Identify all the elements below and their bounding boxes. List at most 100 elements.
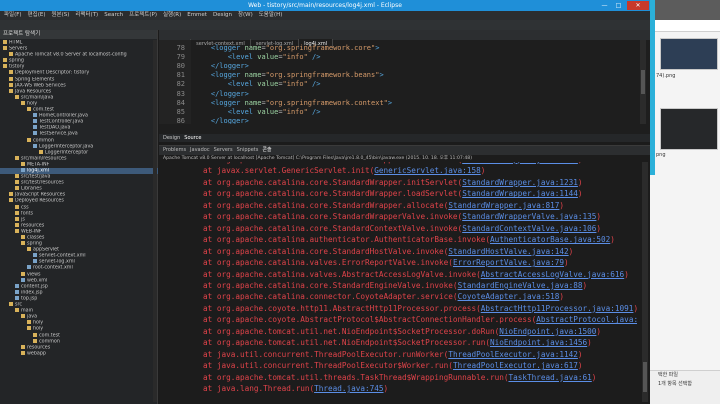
window-accent [650,0,655,175]
folder-icon [21,350,25,355]
tree-item-label: META-INF [27,162,50,168]
menu-item[interactable]: 프로젝트(P) [129,12,157,18]
tree-item-label: top.jsp [21,296,38,302]
stack-trace-line: at org.apache.tomcat.util.net.NioEndpoin… [203,338,592,348]
menu-item[interactable]: Search [104,12,123,18]
xml-tag-end: /> [307,53,321,62]
folder-icon [15,174,19,179]
folder-icon [33,332,37,337]
console-tab[interactable]: 콘솔 [262,147,271,153]
menu-item[interactable]: 원본(S) [51,12,69,18]
file-icon [15,283,19,288]
menu-item[interactable]: 편집(E) [28,12,46,18]
source-link[interactable]: NioEndpoint.java:1456 [490,338,587,347]
tree-item-label: holy [27,101,38,107]
source-link[interactable]: StandardWrapper.java:817 [448,201,559,210]
tree-item-label: WEB-INF [21,229,42,235]
folder-icon [33,338,37,343]
console-scrollbar[interactable] [642,162,648,402]
tree-item-label: LoggerInterceptor.java [39,144,94,150]
folder-icon [15,210,19,215]
source-link[interactable]: ErrorReportValve.java:79 [453,258,564,267]
menu-item[interactable]: 파일(F) [4,12,22,18]
source-link[interactable]: GenericServlet.java:158 [374,166,480,175]
code-line: </logger> [194,90,249,98]
menu-item[interactable]: 리팩터(T) [75,12,98,18]
menu-item[interactable]: Design [213,12,232,18]
console-tab[interactable]: Javadoc [190,147,210,153]
editor-mode-tab[interactable]: Design [163,135,180,141]
source-link[interactable]: StandardContextValve.java:106 [462,224,596,233]
tree-item-label: JAX-WS Web Services [15,83,66,89]
source-link[interactable]: AbstractAccessLogValve.java:616 [481,270,624,279]
tree-item-label: webapp [27,351,46,357]
console-tab[interactable]: Servers [214,147,233,153]
console-tab[interactable]: Snippets [237,147,259,153]
folder-icon [3,58,7,63]
source-link[interactable]: StandardEngineValve.java:88 [458,281,583,290]
source-link[interactable]: TaskThread.java:61 [508,373,591,382]
source-link[interactable]: StandardWrapper.java:1144 [462,189,578,198]
source-link[interactable]: StandardWrapper.java:1231 [462,162,578,164]
menu-item[interactable]: Emmet [187,12,207,18]
tree-item-label: index.jsp [21,290,43,296]
xml-value: "info" [282,53,308,62]
tree-item-label: fonts [21,211,34,217]
source-link[interactable]: StandardWrapperValve.java:135 [462,212,596,221]
folder-icon [27,107,31,112]
status-selected: 택한 파일 [658,372,678,378]
editor-scrollbar[interactable] [640,40,646,124]
tree-item-label: css [21,205,29,211]
xml-tag-end: /> [307,107,321,116]
tree-item-label: spring [9,58,24,64]
stack-trace-line: at org.apache.catalina.core.StandardHost… [203,246,574,256]
tree-item-label: resources [21,223,45,229]
minimize-button[interactable]: — [598,1,611,10]
source-link[interactable]: AuthenticatorBase.java:502 [490,235,610,244]
xml-tag: <logger [210,98,245,107]
tree-item-label: src/main/resources [21,156,67,162]
close-button[interactable]: ✕ [627,1,649,10]
folder-icon [9,302,13,307]
tree-item-label: java [27,314,38,320]
image-thumbnail[interactable] [660,38,718,70]
source-link[interactable]: ThreadPoolExecutor.java:1142 [448,350,578,359]
folder-icon [21,161,25,166]
source-link[interactable]: StandardWrapper.java:1231 [462,178,578,187]
line-number: 81 [176,71,185,80]
explorer-scrollbar[interactable] [153,40,157,402]
xml-attribute: value [257,80,279,89]
source-link[interactable]: StandardHostValve.java:142 [448,247,568,256]
xml-value: "org.springframework.context" [265,98,388,107]
source-link[interactable]: Thread.java:745 [314,384,383,393]
source-link[interactable]: CoyoteAdapter.java:518 [458,292,560,301]
menu-item[interactable]: 실행(R) [163,12,181,18]
source-link[interactable]: NioEndpoint.java:1500 [499,327,596,336]
tree-item-label: holy [33,326,44,332]
folder-icon [3,46,7,51]
project-explorer-tab[interactable]: 프로젝트 탐색기 [0,30,157,39]
tree-item-label: Servers [9,46,28,52]
tree-item-label: common [33,138,54,143]
window-titlebar[interactable]: Web - tistory/src/main/resources/log4j.x… [0,0,650,11]
image-thumbnail-2[interactable] [660,108,718,150]
xml-value: "info" [282,80,308,89]
stack-trace-line: at org.apache.catalina.core.StandardWrap… [203,162,583,164]
code-area[interactable]: <logger name="org.springframework.core">… [191,40,636,124]
stack-trace-line: at org.apache.catalina.core.StandardWrap… [203,177,583,187]
file-icon [33,253,37,258]
source-link[interactable]: ThreadPoolExecutor.java:617 [453,361,578,370]
tree-item-label: Deployment Descriptor: tistory [15,70,90,76]
maximize-button[interactable]: □ [612,1,625,10]
editor-mode-tab[interactable]: Source [184,135,201,141]
tree-item-label: spring [27,241,42,247]
menu-item[interactable]: 창(W) [238,12,253,18]
source-link[interactable]: AbstractHttp11Processor.java:1091 [481,304,634,313]
console-tab[interactable]: Problems [163,147,186,153]
tree-item[interactable]: webapp [0,350,158,357]
menu-item[interactable]: 도움말(H) [259,12,283,18]
source-link[interactable]: AbstractProtocol.java:6 [536,315,637,324]
console-output[interactable]: at org.apache.catalina.core.StandardWrap… [159,162,637,402]
stack-trace-line: at org.apache.catalina.authenticator.Aut… [203,235,615,245]
stack-trace-line: at java.util.concurrent.ThreadPoolExecut… [203,349,583,359]
